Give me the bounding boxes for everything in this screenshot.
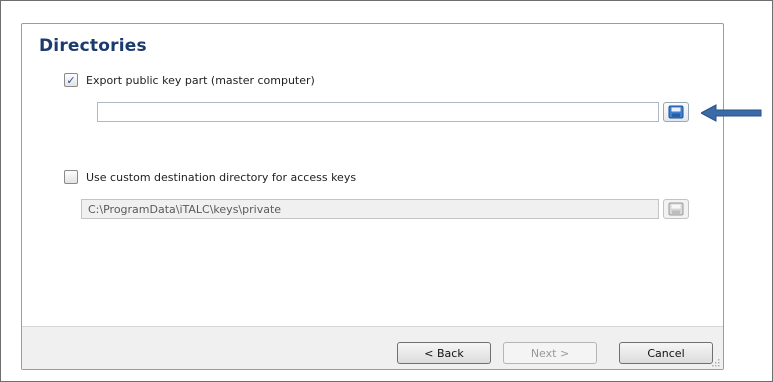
export-public-key-option[interactable]: ✓ Export public key part (master compute…	[64, 73, 315, 87]
custom-destination-path-input[interactable]: C:\ProgramData\iTALC\keys\private	[81, 199, 659, 219]
screenshot-frame: Directories ✓ Export public key part (ma…	[0, 0, 773, 382]
export-public-key-path-input[interactable]	[97, 102, 659, 122]
export-public-key-label: Export public key part (master computer)	[86, 73, 315, 87]
wizard-footer: < Back Next > Cancel	[22, 326, 723, 369]
custom-destination-option[interactable]: Use custom destination directory for acc…	[64, 170, 356, 184]
page-title: Directories	[39, 36, 147, 56]
custom-destination-checkbox[interactable]	[64, 170, 78, 184]
checkmark-icon: ✓	[66, 73, 76, 87]
save-icon	[668, 105, 684, 119]
export-public-key-checkbox[interactable]: ✓	[64, 73, 78, 87]
back-button[interactable]: < Back	[397, 342, 491, 364]
custom-destination-label: Use custom destination directory for acc…	[86, 170, 357, 184]
save-icon	[668, 202, 684, 216]
wizard-dialog: Directories ✓ Export public key part (ma…	[21, 23, 724, 370]
resize-grip-icon[interactable]	[710, 357, 720, 367]
custom-destination-browse-button[interactable]	[663, 199, 689, 219]
arrow-left-icon	[701, 104, 762, 122]
export-public-key-browse-button[interactable]	[663, 102, 689, 122]
cancel-button[interactable]: Cancel	[619, 342, 713, 364]
next-button[interactable]: Next >	[503, 342, 597, 364]
